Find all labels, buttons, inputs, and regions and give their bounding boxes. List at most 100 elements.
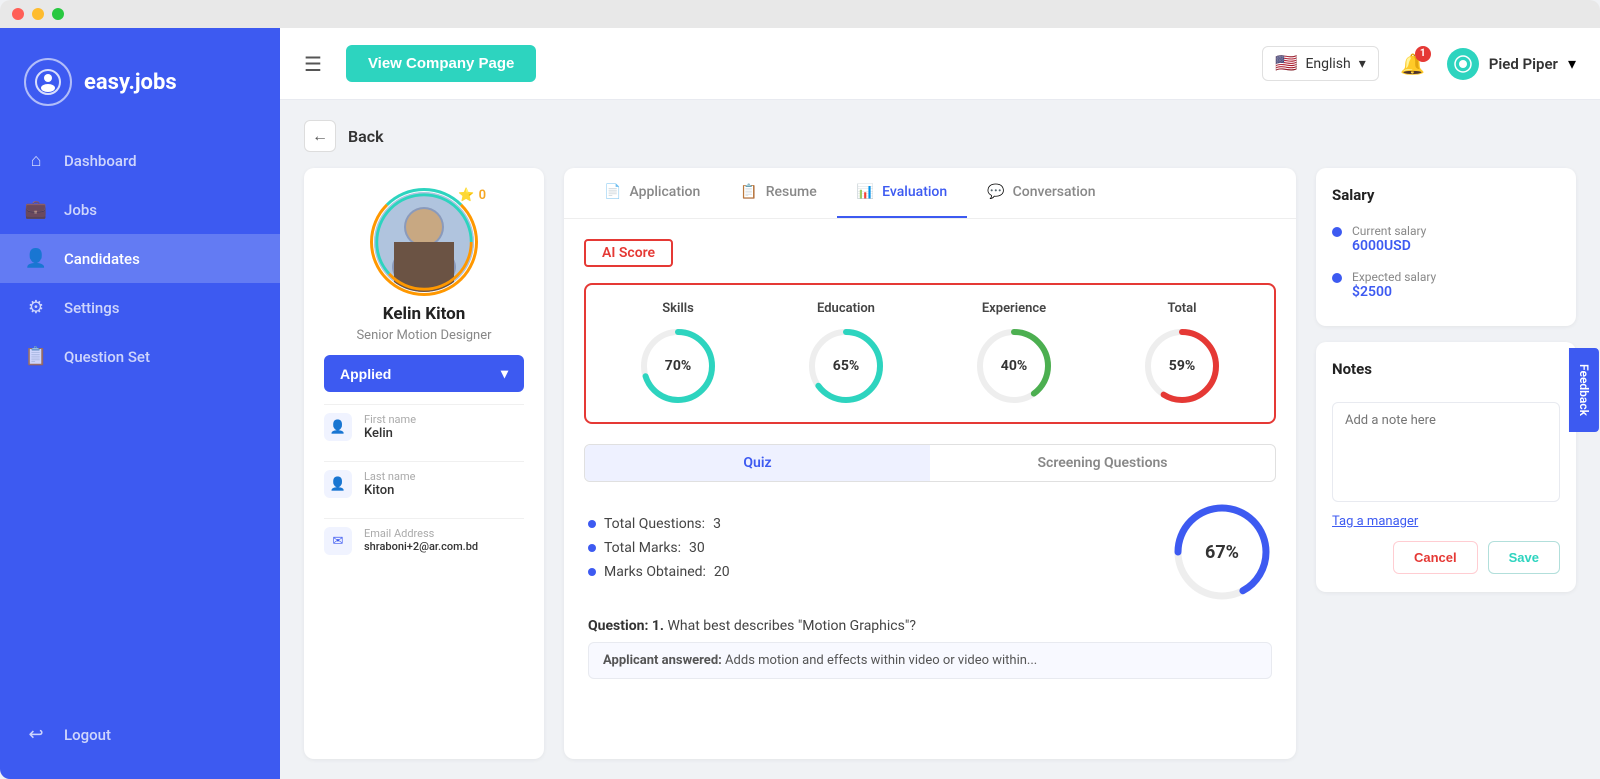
total-marks-label: Total Marks: <box>604 540 681 556</box>
total-questions-value: 3 <box>713 516 721 532</box>
logo: easy.jobs <box>0 48 280 136</box>
hamburger-icon[interactable]: ☰ <box>304 52 322 76</box>
quiz-pct-chart: 67% <box>1172 502 1272 602</box>
sidebar-label-candidates: Candidates <box>64 250 140 268</box>
expected-dot <box>1332 273 1342 283</box>
sidebar-item-question-set[interactable]: 📋 Question Set <box>0 332 280 381</box>
sub-tab-screening[interactable]: Screening Questions <box>930 445 1275 481</box>
candidate-panel: ⭐ 0 Kelin Kiton Senior Motion Designer A… <box>304 168 544 759</box>
notes-title: Notes <box>1332 360 1560 378</box>
back-label: Back <box>348 127 384 146</box>
language-label: English <box>1305 56 1350 72</box>
status-dropdown[interactable]: Applied ▾ <box>324 355 524 392</box>
stat-marks-obtained: Marks Obtained: 20 <box>588 564 1152 580</box>
view-company-button[interactable]: View Company Page <box>346 45 536 82</box>
company-name-label: Pied Piper <box>1489 55 1558 73</box>
dot-icon-3 <box>588 568 596 576</box>
back-bar: ← Back <box>304 120 1576 152</box>
answer-text: Adds motion and effects within video or … <box>725 653 1037 668</box>
sidebar-label-logout: Logout <box>64 726 111 744</box>
gear-icon: ⚙ <box>24 297 48 318</box>
last-name-label: Last name <box>364 470 415 483</box>
feedback-tab[interactable]: Feedback <box>1569 348 1599 432</box>
company-logo-icon <box>1447 48 1479 80</box>
score-label-experience: Experience <box>982 301 1046 316</box>
sidebar-item-jobs[interactable]: 💼 Jobs <box>0 185 280 234</box>
right-panel: Salary Current salary 6000USD <box>1316 168 1576 759</box>
field-first-name: 👤 First name Kelin <box>324 404 524 449</box>
close-button[interactable] <box>12 8 24 20</box>
minimize-button[interactable] <box>32 8 44 20</box>
score-card-experience: Experience 40% <box>938 301 1090 406</box>
question-content: What best describes "Motion Graphics"? <box>667 618 916 634</box>
notification-bell[interactable]: 🔔 1 <box>1395 46 1431 82</box>
quiz-content: Total Questions: 3 Total Marks: 30 <box>584 502 1276 679</box>
score-pct-total: 59% <box>1142 326 1222 406</box>
conversation-icon: 💬 <box>987 184 1004 200</box>
save-button[interactable]: Save <box>1488 541 1560 574</box>
total-marks-value: 30 <box>689 540 705 556</box>
question-set-icon: 📋 <box>24 346 48 367</box>
sidebar-label-dashboard: Dashboard <box>64 152 137 170</box>
stat-total-marks: Total Marks: 30 <box>588 540 1152 556</box>
maximize-button[interactable] <box>52 8 64 20</box>
application-icon: 📄 <box>604 184 621 200</box>
question-number: Question: 1. <box>588 618 664 634</box>
tag-manager-link[interactable]: Tag a manager <box>1332 514 1560 529</box>
back-button[interactable]: ← <box>304 120 336 152</box>
question-text: Question: 1. What best describes "Motion… <box>588 618 1272 634</box>
header: ☰ View Company Page 🇺🇸 English ▾ 🔔 1 Pie <box>280 28 1600 100</box>
email-value: shraboni+2@ar.com.bd <box>364 540 478 553</box>
tab-resume[interactable]: 📋 Resume <box>720 168 836 218</box>
person-icon-2: 👤 <box>324 470 352 498</box>
company-chevron-icon: ▾ <box>1568 54 1576 73</box>
expected-salary-amount: $2500 <box>1352 284 1436 300</box>
note-textarea[interactable] <box>1332 402 1560 502</box>
circle-chart-experience: 40% <box>974 326 1054 406</box>
first-name-label: First name <box>364 413 416 426</box>
flag-icon: 🇺🇸 <box>1275 53 1297 74</box>
tab-conversation[interactable]: 💬 Conversation <box>967 168 1115 218</box>
tab-content: AI Score Skills 70% Education <box>564 219 1296 699</box>
quiz-circle: 67% <box>1172 502 1272 602</box>
star-badge: ⭐ 0 <box>458 188 486 203</box>
company-selector[interactable]: Pied Piper ▾ <box>1447 48 1576 80</box>
page-layout: ⭐ 0 Kelin Kiton Senior Motion Designer A… <box>304 168 1576 759</box>
sidebar-item-candidates[interactable]: 👤 Candidates <box>0 234 280 283</box>
score-grid: Skills 70% Education 65% Experience <box>584 283 1276 424</box>
dropdown-chevron-icon: ▾ <box>501 365 508 382</box>
salary-title: Salary <box>1332 186 1560 204</box>
sidebar-item-dashboard[interactable]: ⌂ Dashboard <box>0 136 280 185</box>
evaluation-icon: 📊 <box>857 184 874 200</box>
sidebar-item-logout[interactable]: ↩ Logout <box>0 710 280 759</box>
logo-text: easy.jobs <box>84 70 177 95</box>
sidebar-label-settings: Settings <box>64 299 120 317</box>
briefcase-icon: 💼 <box>24 199 48 220</box>
tab-application[interactable]: 📄 Application <box>584 168 720 218</box>
circle-chart-total: 59% <box>1142 326 1222 406</box>
circle-chart-education: 65% <box>806 326 886 406</box>
sub-tab-quiz[interactable]: Quiz <box>585 445 930 481</box>
sidebar-label-jobs: Jobs <box>64 201 97 219</box>
sidebar-item-settings[interactable]: ⚙ Settings <box>0 283 280 332</box>
dot-icon-2 <box>588 544 596 552</box>
sidebar-label-question-set: Question Set <box>64 348 150 366</box>
window-chrome <box>0 0 1600 28</box>
current-salary-label: Current salary <box>1352 224 1426 238</box>
last-name-value: Kiton <box>364 483 415 498</box>
salary-expected-row: Expected salary $2500 <box>1332 262 1560 308</box>
main-area: ☰ View Company Page 🇺🇸 English ▾ 🔔 1 Pie <box>280 28 1600 779</box>
expected-salary-label: Expected salary <box>1352 270 1436 284</box>
logout-icon: ↩ <box>24 724 48 745</box>
candidates-icon: 👤 <box>24 248 48 269</box>
score-label-education: Education <box>817 301 875 316</box>
total-questions-label: Total Questions: <box>604 516 705 532</box>
answer-label: Applicant answered: <box>603 653 722 668</box>
quiz-row: Total Questions: 3 Total Marks: 30 <box>588 502 1272 602</box>
tab-evaluation[interactable]: 📊 Evaluation <box>837 168 967 218</box>
answer-box: Applicant answered: Adds motion and effe… <box>588 642 1272 679</box>
language-selector[interactable]: 🇺🇸 English ▾ <box>1262 46 1379 81</box>
main-tabs: 📄 Application 📋 Resume 📊 Evaluation <box>564 168 1296 219</box>
email-icon: ✉ <box>324 527 352 555</box>
cancel-button[interactable]: Cancel <box>1393 541 1478 574</box>
